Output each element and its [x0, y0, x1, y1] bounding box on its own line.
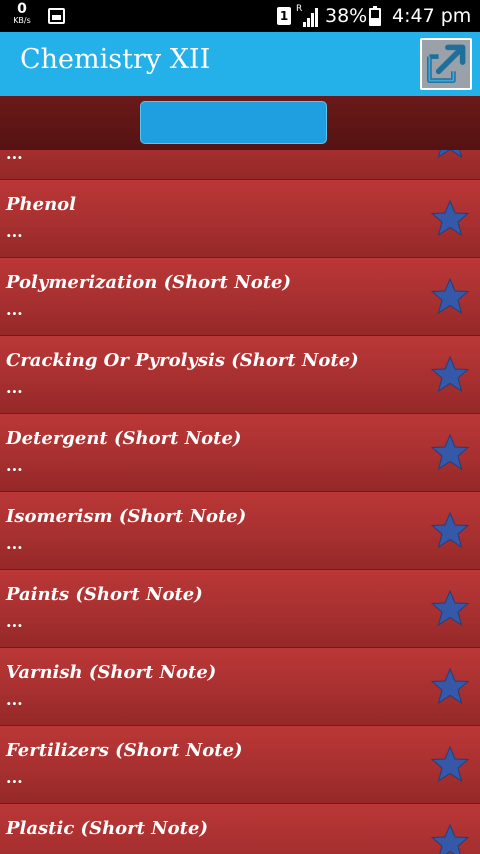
gallery-notification-icon [48, 8, 65, 24]
star-icon[interactable] [430, 744, 470, 784]
banner [0, 96, 480, 150]
list-item-subtitle: ... [6, 456, 23, 475]
list-item-title: Paints (Short Note) [6, 584, 203, 605]
list-item-title: Isomerism (Short Note) [6, 506, 247, 527]
star-icon[interactable] [430, 198, 470, 238]
list-item[interactable]: Fertilizers (Short Note) ... [0, 726, 480, 804]
list-item[interactable]: Detergent (Short Note) ... [0, 414, 480, 492]
list-item-subtitle: ... [6, 534, 23, 553]
list-item-subtitle: ... [6, 378, 23, 397]
share-button[interactable] [420, 38, 472, 90]
list-item-title: Plastic (Short Note) [6, 818, 208, 839]
list-item[interactable]: Phenol ... [0, 180, 480, 258]
list-item-title: Polymerization (Short Note) [6, 272, 291, 293]
list-item-subtitle: ... [6, 768, 23, 787]
list-item-subtitle: ... [6, 300, 23, 319]
list-item-subtitle: ... [6, 846, 23, 854]
battery-percent: 38% [325, 5, 368, 27]
list-item-subtitle: ... [6, 222, 23, 241]
star-icon[interactable] [430, 150, 470, 160]
network-speed-unit: KB/s [13, 16, 31, 25]
topic-list: Ether O ... Phenol ... Polymerization (S… [0, 150, 480, 854]
list-item[interactable]: Paints (Short Note) ... [0, 570, 480, 648]
star-icon[interactable] [430, 588, 470, 628]
list-item-title: Detergent (Short Note) [6, 428, 242, 449]
star-icon[interactable] [430, 510, 470, 550]
banner-button[interactable] [140, 101, 327, 144]
status-bar: 0 KB/s 1 R 38% 4:47 pm [0, 0, 480, 32]
star-icon[interactable] [430, 354, 470, 394]
list-item-title: Cracking Or Pyrolysis (Short Note) [6, 350, 359, 371]
list-item[interactable]: Polymerization (Short Note) ... [0, 258, 480, 336]
star-icon[interactable] [430, 432, 470, 472]
list-item-subtitle: ... [6, 150, 23, 163]
app-title: Chemistry XII [20, 44, 211, 75]
list-item[interactable]: Varnish (Short Note) ... [0, 648, 480, 726]
roaming-label: R [296, 4, 303, 14]
network-speed-value: 0 [17, 1, 27, 17]
network-speed: 0 KB/s [10, 2, 34, 25]
share-export-icon [427, 44, 466, 83]
signal-icon: R [296, 4, 322, 27]
list-item[interactable]: Isomerism (Short Note) ... [0, 492, 480, 570]
list-item[interactable]: Plastic (Short Note) ... [0, 804, 480, 854]
list-item-title: Phenol [6, 194, 77, 215]
list-item-subtitle: ... [6, 612, 23, 631]
app-bar: Chemistry XII [0, 32, 480, 96]
star-icon[interactable] [430, 276, 470, 316]
battery-icon [369, 6, 381, 26]
clock: 4:47 pm [392, 5, 472, 27]
star-icon[interactable] [430, 666, 470, 706]
sim-icon: 1 [277, 7, 291, 25]
list-item[interactable]: Ether O ... [0, 150, 480, 180]
list-item-subtitle: ... [6, 690, 23, 709]
star-icon[interactable] [430, 822, 470, 854]
list-item-title: Varnish (Short Note) [6, 662, 217, 683]
list-item-title: Fertilizers (Short Note) [6, 740, 243, 761]
list-item[interactable]: Cracking Or Pyrolysis (Short Note) ... [0, 336, 480, 414]
